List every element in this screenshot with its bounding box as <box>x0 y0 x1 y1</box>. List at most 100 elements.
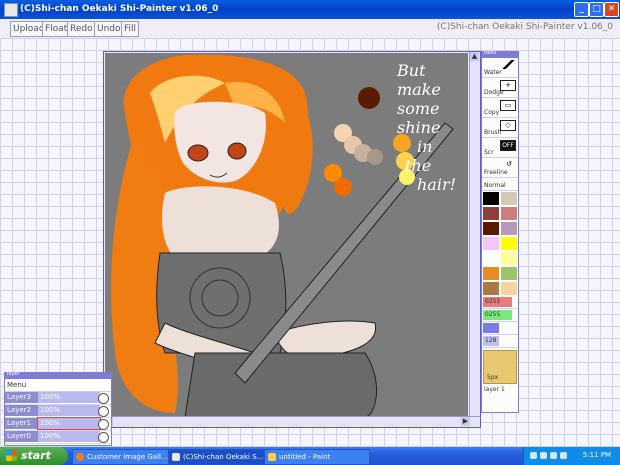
minimize-button[interactable]: _ <box>574 2 589 17</box>
tool-panel: tools Water Dodge + Copy ▭ Brush ◇ Scr O… <box>481 50 519 413</box>
task-paint[interactable]: untitled - Paint <box>264 449 370 465</box>
layer-opacity-slider[interactable]: 100% <box>38 392 100 403</box>
tool-water[interactable]: Water <box>482 58 518 78</box>
note-line: the <box>405 156 432 175</box>
close-button[interactable]: ✕ <box>604 2 619 17</box>
color-swatch[interactable] <box>500 206 518 221</box>
task-customer-image-gallery[interactable]: Customer Image Gall... <box>72 449 178 465</box>
color-swatch[interactable] <box>500 281 518 296</box>
slider-fill <box>483 323 499 333</box>
tool-label: Brush <box>484 129 502 136</box>
color-slider[interactable]: 0255 <box>482 309 518 322</box>
current-color-swatch[interactable]: 5px <box>483 350 517 384</box>
visibility-toggle-icon[interactable] <box>98 406 109 417</box>
layer-row[interactable]: Layer0 100% <box>5 431 111 444</box>
tool-scr[interactable]: Scr OFF <box>482 138 518 158</box>
start-label: start <box>21 449 51 462</box>
tool-dodge[interactable]: Dodge + <box>482 78 518 98</box>
note-line: But <box>397 61 426 80</box>
maximize-button[interactable]: □ <box>589 2 604 17</box>
network-icon[interactable] <box>530 452 537 459</box>
lasso-icon: ↺ <box>506 160 512 168</box>
layer-opacity-slider[interactable]: 100% <box>38 431 100 442</box>
blend-mode-select[interactable]: Normal <box>482 178 518 191</box>
canvas-frame: But make some shine in the hair! ▲ ▼ ◀ ▶ <box>103 51 481 428</box>
clock[interactable]: 5:11 PM <box>583 451 611 459</box>
blend-mode-label: Normal <box>484 182 506 189</box>
color-swatch[interactable] <box>482 191 500 206</box>
copy-icon: ▭ <box>500 100 516 111</box>
tool-panel-title: tools <box>484 50 497 56</box>
tool-label: Scr <box>484 149 494 156</box>
layer-row[interactable]: Layer3 100% <box>5 392 111 405</box>
color-slider[interactable]: 0255 <box>482 296 518 309</box>
color-swatch[interactable] <box>482 221 500 236</box>
paint-icon <box>268 453 276 461</box>
tool-brush[interactable]: Brush ◇ <box>482 118 518 138</box>
color-slider[interactable]: 128 <box>482 335 518 348</box>
scroll-up-icon[interactable]: ▲ <box>470 52 479 61</box>
note-line: make <box>397 80 441 99</box>
drawing-canvas[interactable]: But make some shine in the hair! <box>105 53 468 417</box>
task-label: Customer Image Gall... <box>87 453 168 461</box>
color-slider[interactable] <box>482 322 518 335</box>
tool-label: Freeline <box>484 169 508 176</box>
messenger-icon[interactable] <box>560 452 567 459</box>
visibility-toggle-icon[interactable] <box>98 393 109 404</box>
tool-freeline[interactable]: Freeline ↺ <box>482 158 518 178</box>
redo-button[interactable]: Redo <box>67 21 96 37</box>
java-icon <box>172 453 180 461</box>
window-titlebar: (C)Shi-chan Oekaki Shi-Painter v1.06_0 _… <box>0 0 620 19</box>
canvas-vertical-scrollbar[interactable]: ▲ ▼ <box>469 52 480 427</box>
undo-button[interactable]: Undo <box>94 21 124 37</box>
system-tray: 5:11 PM <box>523 447 620 465</box>
layer-panel-title: layer <box>7 371 20 377</box>
layer-name: Layer1 <box>5 418 38 429</box>
visibility-toggle-icon[interactable] <box>98 419 109 430</box>
color-swatch[interactable] <box>500 221 518 236</box>
slider-label: 0255 <box>485 311 501 318</box>
slider-label: 128 <box>485 337 497 344</box>
color-swatch[interactable] <box>482 251 500 266</box>
layer-panel-header[interactable]: layer <box>5 371 111 379</box>
canvas-horizontal-scrollbar[interactable]: ◀ ▶ <box>104 416 480 427</box>
color-swatch-grid <box>482 191 518 296</box>
taskbar: start Customer Image Gall... (C)Shi-chan… <box>0 447 620 465</box>
note-line: shine <box>397 118 441 137</box>
tool-copy[interactable]: Copy ▭ <box>482 98 518 118</box>
layer-menu-button[interactable]: Menu <box>5 379 111 392</box>
layer-name: Layer3 <box>5 392 38 403</box>
handwritten-note: But make some shine in the hair! <box>397 61 456 194</box>
layer-opacity-slider[interactable]: 100% <box>38 405 100 416</box>
color-swatch[interactable] <box>482 266 500 281</box>
window-title: (C)Shi-chan Oekaki Shi-Painter v1.06_0 <box>20 4 219 14</box>
layer-opacity-slider[interactable]: 100% <box>37 417 101 430</box>
color-swatch[interactable] <box>482 236 500 251</box>
color-swatch[interactable] <box>500 236 518 251</box>
color-swatch[interactable] <box>500 251 518 266</box>
java-app-icon <box>4 3 18 17</box>
layer-row[interactable]: Layer1 100% <box>5 417 111 431</box>
color-swatch[interactable] <box>500 266 518 281</box>
start-button[interactable]: start <box>0 447 68 465</box>
layer-row[interactable]: Layer2 100% <box>5 405 111 418</box>
scroll-right-icon[interactable]: ▶ <box>461 417 470 426</box>
color-swatch[interactable] <box>482 206 500 221</box>
visibility-toggle-icon[interactable] <box>98 432 109 443</box>
shield-icon[interactable] <box>540 452 547 459</box>
eraser-icon: ◇ <box>500 120 516 131</box>
tool-label: Copy <box>484 109 500 116</box>
volume-icon[interactable] <box>550 452 557 459</box>
task-shi-painter[interactable]: (C)Shi-chan Oekaki S... <box>168 449 274 465</box>
layer-name: Layer0 <box>5 431 38 442</box>
layer-list: Layer3 100% Layer2 100% Layer1 100% Layer0 100% <box>5 392 111 444</box>
fill-button[interactable]: Fill <box>121 21 140 37</box>
current-layer-label: layer 1 <box>484 386 505 393</box>
color-swatch[interactable] <box>500 191 518 206</box>
plus-icon: + <box>500 80 516 91</box>
off-toggle-icon[interactable]: OFF <box>500 140 516 151</box>
color-swatch[interactable] <box>482 281 500 296</box>
float-button[interactable]: Float <box>42 21 71 37</box>
windows-logo-icon <box>6 450 17 461</box>
applet-title-label: (C)Shi-chan Oekaki Shi-Painter v1.06_0 <box>436 22 613 32</box>
